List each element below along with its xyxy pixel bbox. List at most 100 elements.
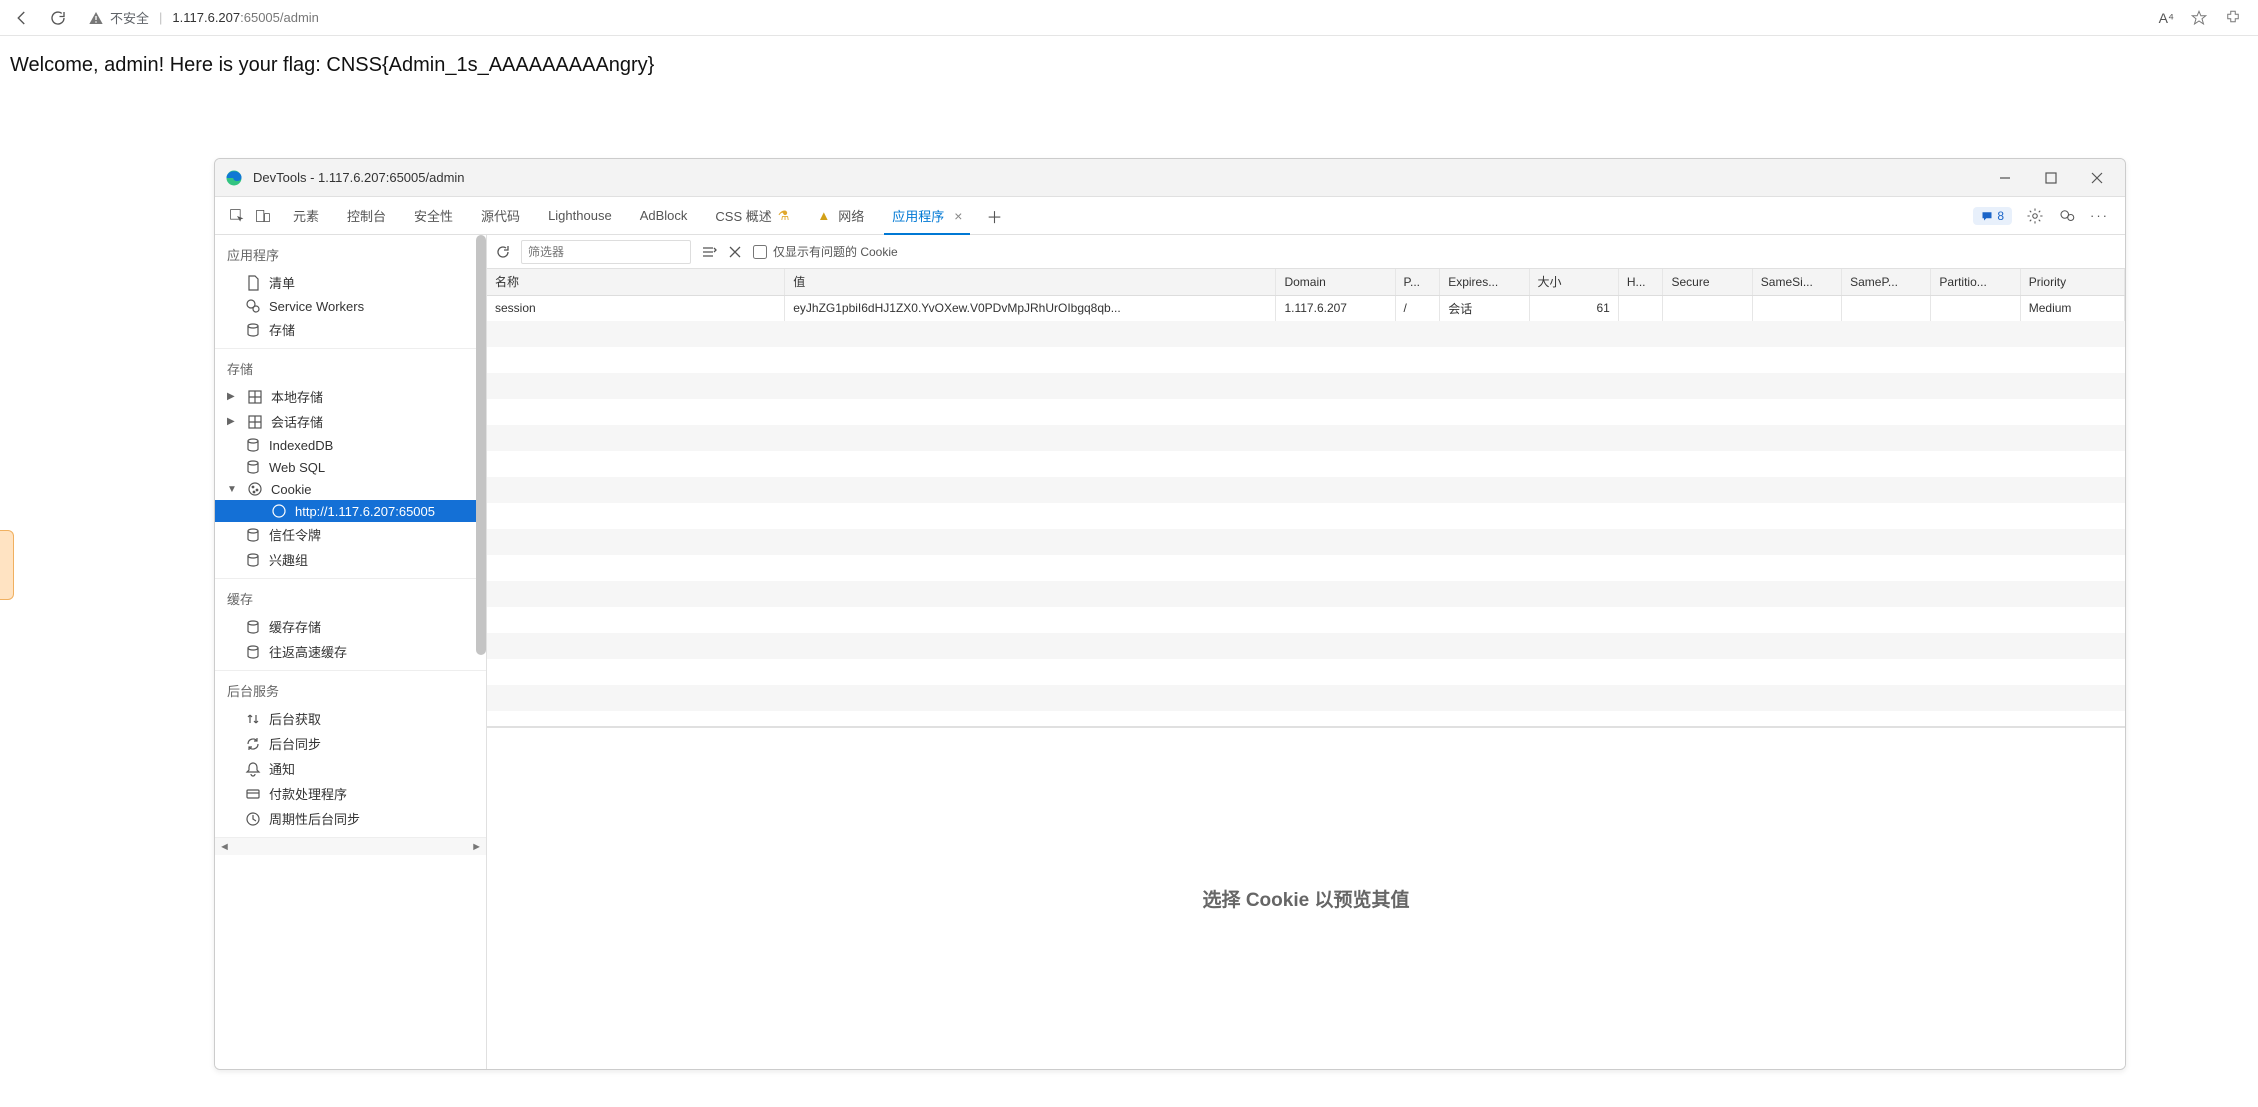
device-toggle-icon[interactable] (255, 208, 271, 224)
expand-icon[interactable]: ▶ (227, 391, 237, 402)
sidebar-item-bfcache[interactable]: 往返高速缓存 (215, 639, 486, 664)
devtools-tabstrip: 元素 控制台 安全性 源代码 Lighthouse AdBlock CSS 概述… (215, 197, 2125, 235)
scrollbar-thumb[interactable] (476, 235, 486, 655)
edge-logo-icon (225, 169, 243, 187)
sidebar-item-indexeddb[interactable]: IndexedDB (215, 434, 486, 456)
text-size-button[interactable]: A⁴ (2159, 10, 2174, 26)
settings-icon[interactable] (2026, 207, 2044, 225)
clear-button[interactable] (727, 244, 743, 260)
expand-icon[interactable]: ▶ (227, 416, 237, 427)
table-header-row: 名称 值 Domain P... Expires... 大小 H... Secu… (487, 269, 2125, 295)
sidebar-item-serviceworkers[interactable]: Service Workers (215, 295, 486, 317)
sidebar-item-manifest[interactable]: 清单 (215, 270, 486, 295)
table-row[interactable]: session eyJhZG1pbiI6dHJ1ZX0.YvOXew.V0PDv… (487, 295, 2125, 321)
col-partition[interactable]: Partitio... (1931, 269, 2020, 295)
tab-network[interactable]: ▲网络 (803, 197, 878, 234)
sidebar-item-paymenthandler[interactable]: 付款处理程序 (215, 781, 486, 806)
refresh-button[interactable] (44, 4, 72, 32)
sidebar-item-storage[interactable]: 存储 (215, 317, 486, 342)
sidebar-item-label: 周期性后台同步 (269, 809, 360, 828)
sidebar-item-cookie[interactable]: ▼Cookie (215, 478, 486, 500)
col-secure[interactable]: Secure (1663, 269, 1752, 295)
sidebar-horizontal-scrollbar[interactable]: ◄ ► (215, 837, 486, 855)
side-handle[interactable] (0, 530, 14, 600)
feedback-icon[interactable] (2058, 207, 2076, 225)
devtools-body: 应用程序 清单 Service Workers 存储 存储 ▶本地存储 ▶会话存… (215, 235, 2125, 1069)
tab-elements[interactable]: 元素 (279, 197, 333, 234)
table-empty-rows[interactable] (487, 347, 2125, 727)
sidebar-item-bgsync[interactable]: 后台同步 (215, 731, 486, 756)
database-icon (245, 644, 261, 660)
refresh-cookies-button[interactable] (495, 244, 511, 260)
sidebar-item-notifications[interactable]: 通知 (215, 756, 486, 781)
sidebar-item-label: 缓存存储 (269, 617, 321, 636)
col-size[interactable]: 大小 (1529, 269, 1618, 295)
tab-lighthouse[interactable]: Lighthouse (534, 197, 626, 234)
tab-sources[interactable]: 源代码 (467, 197, 534, 234)
maximize-button[interactable] (2033, 164, 2069, 192)
tab-security[interactable]: 安全性 (400, 197, 467, 234)
extensions-icon[interactable] (2224, 9, 2242, 27)
address-bar[interactable]: 不安全 | 1.117.6.207:65005/admin (80, 8, 2151, 27)
sidebar-item-label: 会话存储 (271, 412, 323, 431)
sidebar-item-websql[interactable]: Web SQL (215, 456, 486, 478)
col-expires[interactable]: Expires... (1440, 269, 1529, 295)
close-tab-icon[interactable]: × (954, 208, 962, 224)
sidebar-item-cookie-origin[interactable]: http://1.117.6.207:65005 (215, 500, 486, 522)
back-button[interactable] (8, 4, 36, 32)
scroll-left-icon[interactable]: ◄ (219, 841, 230, 853)
sidebar-item-periodicsync[interactable]: 周期性后台同步 (215, 806, 486, 831)
col-sameparty[interactable]: SameP... (1842, 269, 1931, 295)
tab-adblock[interactable]: AdBlock (626, 197, 702, 234)
x-icon (727, 244, 743, 260)
filter-input[interactable] (521, 240, 691, 264)
only-issues-checkbox[interactable]: 仅显示有问题的 Cookie (753, 243, 898, 260)
issues-pill[interactable]: 8 (1973, 207, 2012, 225)
collapse-icon[interactable]: ▼ (227, 484, 237, 495)
tab-application[interactable]: 应用程序× (878, 197, 976, 234)
sidebar-item-localstorage[interactable]: ▶本地存储 (215, 384, 486, 409)
col-httponly[interactable]: H... (1618, 269, 1663, 295)
minimize-button[interactable] (1987, 164, 2023, 192)
table-row[interactable] (487, 321, 2125, 347)
minimize-icon (1997, 170, 2013, 186)
close-button[interactable] (2079, 164, 2115, 192)
warning-icon: ▲ (817, 208, 830, 223)
col-value[interactable]: 值 (785, 269, 1276, 295)
col-samesite[interactable]: SameSi... (1752, 269, 1841, 295)
sidebar-item-label: IndexedDB (269, 438, 333, 453)
col-name[interactable]: 名称 (487, 269, 785, 295)
col-domain[interactable]: Domain (1276, 269, 1395, 295)
cookie-preview-hint: 选择 Cookie 以预览其值 (487, 728, 2125, 1069)
favorite-icon[interactable] (2190, 9, 2208, 27)
close-icon (2089, 170, 2105, 186)
more-menu-icon[interactable]: ··· (2090, 208, 2109, 223)
database-icon (245, 619, 261, 635)
grid-icon (247, 414, 263, 430)
sidebar-item-label: 清单 (269, 273, 295, 292)
url-path: :65005/admin (240, 10, 319, 25)
devtools-titlebar[interactable]: DevTools - 1.117.6.207:65005/admin (215, 159, 2125, 197)
section-cache: 缓存 缓存存储 往返高速缓存 (215, 579, 486, 671)
add-tab-button[interactable]: ＋ (976, 204, 1012, 228)
tab-cssoverview[interactable]: CSS 概述 ⚗ (701, 197, 803, 234)
col-path[interactable]: P... (1395, 269, 1440, 295)
database-icon (245, 459, 261, 475)
cell-value: eyJhZG1pbiI6dHJ1ZX0.YvOXew.V0PDvMpJRhUrO… (785, 295, 1276, 321)
sidebar-item-bgfetch[interactable]: 后台获取 (215, 706, 486, 731)
sidebar-vertical-scrollbar[interactable] (475, 235, 487, 1069)
clear-all-button[interactable] (701, 244, 717, 260)
col-priority[interactable]: Priority (2020, 269, 2124, 295)
stacked-clear-icon (701, 244, 717, 260)
sidebar-item-cachestorage[interactable]: 缓存存储 (215, 614, 486, 639)
devtools-title: DevTools - 1.117.6.207:65005/admin (253, 170, 1977, 185)
sidebar-item-sessionstorage[interactable]: ▶ 会话存储 (215, 409, 486, 434)
sidebar-item-interestgroups[interactable]: 兴趣组 (215, 547, 486, 572)
tab-console[interactable]: 控制台 (333, 197, 400, 234)
only-issues-checkbox-input[interactable] (753, 245, 767, 259)
tab-label: 安全性 (414, 206, 453, 225)
tab-label: CSS 概述 (715, 206, 771, 225)
inspect-icon[interactable] (229, 208, 245, 224)
insecure-indicator[interactable]: 不安全 (88, 8, 149, 27)
sidebar-item-trusttokens[interactable]: 信任令牌 (215, 522, 486, 547)
